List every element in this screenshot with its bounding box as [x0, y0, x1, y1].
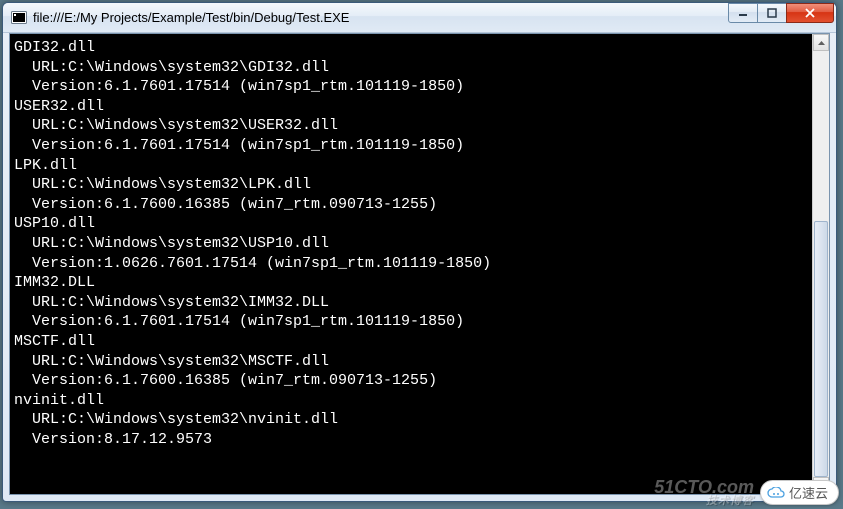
- maximize-button[interactable]: [757, 3, 787, 23]
- module-version: Version:8.17.12.9573: [14, 430, 829, 450]
- module-url: URL:C:\Windows\system32\IMM32.DLL: [14, 293, 829, 313]
- module-version: Version:6.1.7601.17514 (win7sp1_rtm.1011…: [14, 136, 829, 156]
- module-version: Version:6.1.7601.17514 (win7sp1_rtm.1011…: [14, 312, 829, 332]
- close-button[interactable]: [786, 3, 834, 23]
- cloud-icon: [767, 487, 785, 499]
- scroll-thumb[interactable]: [814, 221, 828, 477]
- module-version: Version:6.1.7600.16385 (win7_rtm.090713-…: [14, 371, 829, 391]
- module-name: IMM32.DLL: [14, 273, 829, 293]
- module-url: URL:C:\Windows\system32\LPK.dll: [14, 175, 829, 195]
- minimize-button[interactable]: [728, 3, 758, 23]
- console-app-icon: [11, 10, 27, 26]
- module-name: GDI32.dll: [14, 38, 829, 58]
- module-name: nvinit.dll: [14, 391, 829, 411]
- window-title: file:///E:/My Projects/Example/Test/bin/…: [33, 10, 729, 25]
- module-url: URL:C:\Windows\system32\MSCTF.dll: [14, 352, 829, 372]
- module-name: USER32.dll: [14, 97, 829, 117]
- scroll-up-button[interactable]: [813, 34, 829, 51]
- scroll-track[interactable]: [813, 51, 829, 477]
- console-client-area: GDI32.dllURL:C:\Windows\system32\GDI32.d…: [9, 33, 830, 495]
- caption-buttons: [729, 3, 834, 32]
- titlebar[interactable]: file:///E:/My Projects/Example/Test/bin/…: [3, 3, 836, 33]
- module-name: LPK.dll: [14, 156, 829, 176]
- watermark: 51CTO.com 技术博客 亿速云: [654, 478, 839, 507]
- module-name: USP10.dll: [14, 214, 829, 234]
- module-url: URL:C:\Windows\system32\nvinit.dll: [14, 410, 829, 430]
- module-name: MSCTF.dll: [14, 332, 829, 352]
- watermark-pill: 亿速云: [760, 480, 839, 505]
- module-version: Version:1.0626.7601.17514 (win7sp1_rtm.1…: [14, 254, 829, 274]
- watermark-brand: 51CTO.com 技术博客: [654, 478, 754, 507]
- module-url: URL:C:\Windows\system32\GDI32.dll: [14, 58, 829, 78]
- module-url: URL:C:\Windows\system32\USP10.dll: [14, 234, 829, 254]
- app-window: file:///E:/My Projects/Example/Test/bin/…: [2, 2, 837, 502]
- vertical-scrollbar[interactable]: [812, 34, 829, 494]
- module-version: Version:6.1.7601.17514 (win7sp1_rtm.1011…: [14, 77, 829, 97]
- module-version: Version:6.1.7600.16385 (win7_rtm.090713-…: [14, 195, 829, 215]
- console-output: GDI32.dllURL:C:\Windows\system32\GDI32.d…: [14, 38, 829, 449]
- module-url: URL:C:\Windows\system32\USER32.dll: [14, 116, 829, 136]
